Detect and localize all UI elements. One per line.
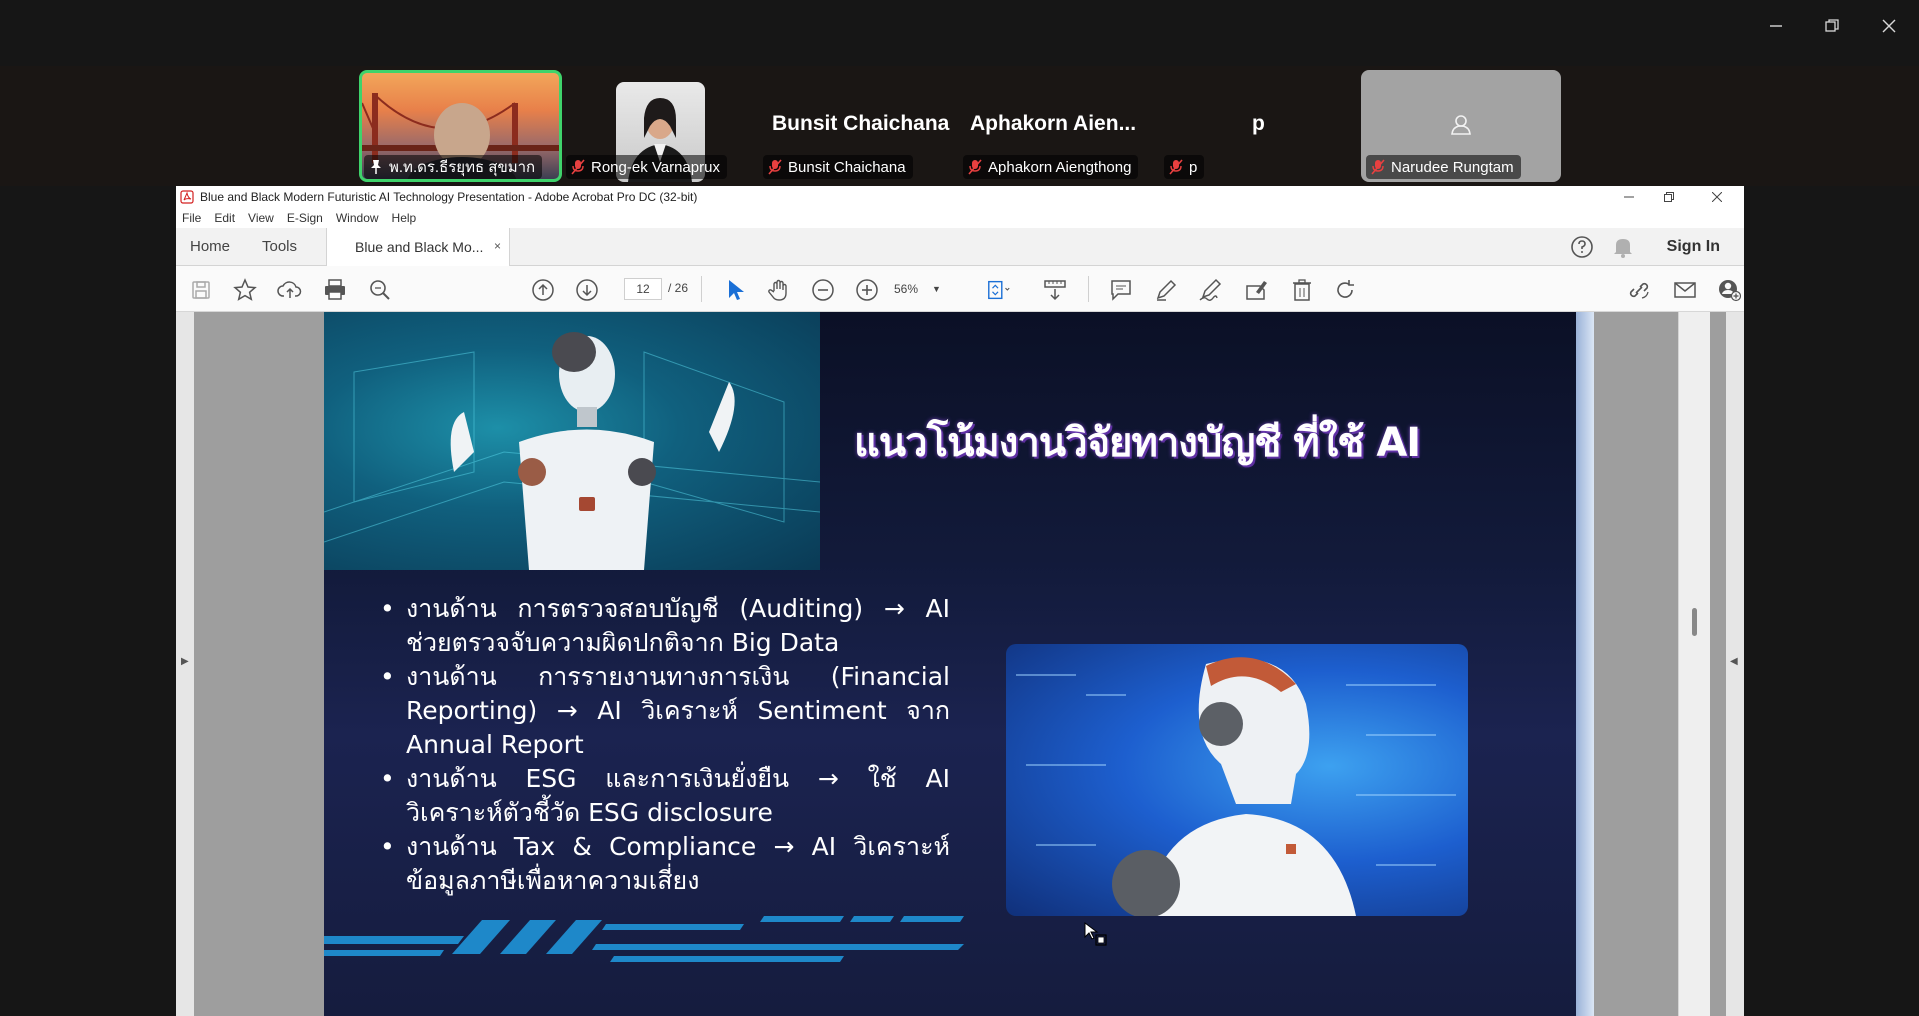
bullet-item: งานด้าน ESG และการเงินยั่งยืน → ใช้ AI ว… [380, 762, 950, 830]
slide-bullet-list: งานด้าน การตรวจสอบบัญชี (Auditing) → AI … [380, 592, 950, 898]
sign-icon[interactable] [1198, 277, 1224, 303]
bullet-item: งานด้าน การตรวจสอบบัญชี (Auditing) → AI … [380, 592, 950, 660]
user-placeholder-icon [1451, 115, 1471, 135]
save-icon[interactable] [188, 277, 214, 303]
robot-hologram-image [324, 312, 820, 570]
star-bookmark-icon[interactable] [232, 277, 258, 303]
participant-name: Narudee Rungtam [1391, 158, 1514, 176]
document-viewport[interactable]: ▶ แนวโน้มงานวิจัยทางบัญชี ที่ใช้ AI • งา… [176, 312, 1744, 1016]
main-toolbar: 12 / 26 56% ▼ [176, 266, 1744, 312]
zoom-out-icon[interactable] [810, 277, 836, 303]
participant-label: Bunsit Chaichana [763, 155, 913, 179]
help-icon[interactable] [1570, 235, 1594, 259]
slide-page: แนวโน้มงานวิจัยทางบัญชี ที่ใช้ AI งานด้า… [324, 312, 1576, 1016]
decorative-stripes [324, 916, 964, 962]
close-tab-icon[interactable]: × [494, 239, 501, 253]
scrollbar-thumb[interactable] [1692, 608, 1697, 636]
pin-icon [369, 159, 383, 175]
tab-bar: Home Tools Blue and Black Mo... × Sign I… [176, 228, 1744, 266]
participant-name: พ.ท.ดร.ธีรยุทธ สุขมาก [389, 159, 536, 176]
acrobat-title-bar: Blue and Black Modern Futuristic AI Tech… [176, 186, 1744, 208]
acrobat-window: Blue and Black Modern Futuristic AI Tech… [176, 186, 1744, 1016]
close-icon[interactable] [1877, 14, 1901, 38]
next-page-icon[interactable] [574, 277, 600, 303]
scroll-mode-icon[interactable] [1042, 277, 1068, 303]
participant-display-name: Bunsit Chaichana [772, 112, 950, 135]
page-number-input[interactable]: 12 [624, 278, 662, 300]
participant-name: p [1189, 158, 1198, 176]
zoom-level-dropdown[interactable]: 56% ▼ [894, 278, 956, 300]
page-edge [1576, 312, 1594, 1016]
chevron-down-icon: ▼ [932, 284, 941, 294]
mic-muted-icon [571, 159, 585, 175]
delete-trash-icon[interactable] [1289, 277, 1315, 303]
restore-icon[interactable] [1820, 14, 1844, 38]
mic-muted-icon [1169, 159, 1183, 175]
participant-label: พ.ท.ดร.ธีรยุทธ สุขมาก [364, 155, 543, 179]
edit-stamp-icon[interactable] [1244, 277, 1270, 303]
participant-name: Bunsit Chaichana [788, 158, 906, 176]
zoom-in-icon[interactable] [854, 277, 880, 303]
rotate-icon[interactable] [1332, 277, 1358, 303]
participant-label: Narudee Rungtam [1366, 155, 1521, 179]
participant-label: p [1164, 155, 1205, 179]
menu-esign[interactable]: E-Sign [287, 211, 323, 225]
search-icon[interactable] [367, 277, 393, 303]
menu-file[interactable]: File [182, 211, 201, 225]
left-panel-toggle[interactable]: ▶ [176, 312, 194, 1016]
chevron-left-icon: ◀ [1730, 656, 1738, 667]
share-link-icon[interactable] [1626, 277, 1652, 303]
participant-name: Rong-ek Varnaprux [591, 158, 720, 176]
email-icon[interactable] [1672, 277, 1698, 303]
meeting-top-bar [0, 0, 1919, 66]
minimize-icon[interactable] [1614, 188, 1644, 206]
zoom-value: 56% [894, 282, 919, 296]
menu-window[interactable]: Window [336, 211, 379, 225]
highlight-pen-icon[interactable] [1153, 277, 1179, 303]
select-pointer-icon[interactable] [722, 277, 748, 303]
comment-icon[interactable] [1108, 277, 1134, 303]
vertical-scrollbar[interactable] [1678, 312, 1710, 1016]
menu-help[interactable]: Help [392, 211, 417, 225]
document-tab-label: Blue and Black Mo... [355, 239, 484, 255]
notification-bell-icon[interactable] [1612, 235, 1634, 259]
upload-cloud-icon[interactable] [277, 277, 303, 303]
menu-edit[interactable]: Edit [214, 211, 235, 225]
toolbar-divider [1088, 276, 1089, 302]
participant-display-name: Aphakorn Aien... [970, 112, 1137, 135]
acrobat-logo-icon [180, 190, 194, 204]
tab-document[interactable]: Blue and Black Mo... × [326, 228, 510, 266]
bullet-item: งานด้าน การรายงานทางการเงิน (Financial R… [380, 660, 950, 762]
page-total: / 26 [668, 281, 689, 295]
participant-label: Rong-ek Varnaprux [566, 155, 727, 179]
tab-home[interactable]: Home [190, 238, 230, 255]
mouse-cursor-icon [1084, 922, 1107, 946]
menu-bar: File Edit View E-Sign Window Help [176, 208, 1744, 228]
minimize-icon[interactable] [1764, 14, 1788, 38]
add-user-icon[interactable] [1716, 277, 1742, 303]
bullet-item: งานด้าน Tax & Compliance → AI วิเคราะห์ข… [380, 830, 950, 898]
toolbar-divider [701, 276, 702, 302]
previous-page-icon[interactable] [530, 277, 556, 303]
menu-view[interactable]: View [248, 211, 274, 225]
participant-name: Aphakorn Aiengthong [988, 158, 1132, 176]
mic-muted-icon [968, 159, 982, 175]
participant-label: Aphakorn Aiengthong [963, 155, 1139, 179]
participant-display-name: p [1252, 112, 1265, 135]
print-icon[interactable] [322, 277, 348, 303]
chevron-right-icon: ▶ [181, 656, 189, 667]
window-title: Blue and Black Modern Futuristic AI Tech… [200, 190, 698, 204]
participant-strip [0, 66, 1919, 186]
fit-page-icon[interactable] [986, 277, 1012, 303]
hand-tool-icon[interactable] [766, 277, 792, 303]
robot-profile-image [1006, 644, 1468, 916]
mic-muted-icon [1371, 159, 1385, 175]
mic-muted-icon [768, 159, 782, 175]
tab-tools[interactable]: Tools [262, 238, 297, 255]
right-panel-toggle[interactable]: ◀ [1726, 312, 1744, 1016]
restore-icon[interactable] [1654, 188, 1684, 206]
close-icon[interactable] [1702, 188, 1732, 206]
slide-title: แนวโน้มงานวิจัยทางบัญชี ที่ใช้ AI [854, 420, 1421, 466]
sign-in-button[interactable]: Sign In [1667, 238, 1720, 256]
